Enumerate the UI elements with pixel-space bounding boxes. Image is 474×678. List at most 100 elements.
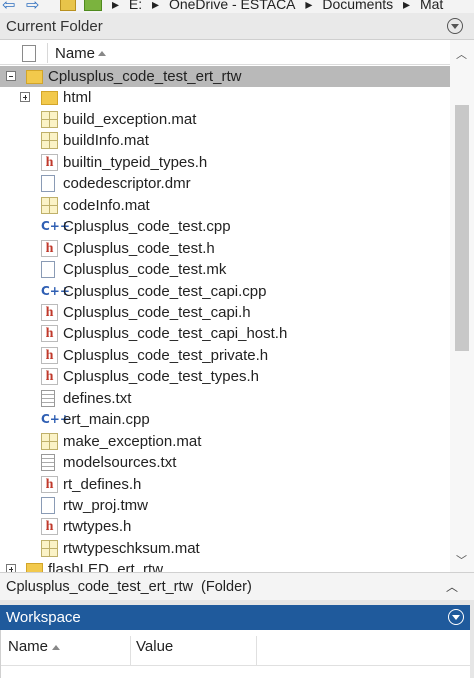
file-name: Cplusplus_code_test_private.h (63, 346, 269, 364)
file-row[interactable]: html (0, 87, 450, 108)
chevron-up-icon[interactable]: ︿ (446, 578, 458, 595)
panel-actions-icon[interactable] (447, 18, 463, 34)
mat-file-icon (41, 132, 58, 150)
file-name: Cplusplus_code_test_capi.h (63, 303, 251, 321)
document-icon (41, 175, 55, 193)
file-list: Name Cplusplus_code_test_ert_rtwhtml buil… (0, 40, 474, 572)
sort-ascending-icon (52, 645, 60, 650)
breadcrumb-item[interactable]: Documents (322, 0, 393, 12)
file-row[interactable]: C++ Cplusplus_code_test.cpp (0, 216, 450, 237)
up-folder-icon[interactable] (60, 0, 76, 11)
file-row[interactable]: h Cplusplus_code_test_private.h (0, 345, 450, 366)
workspace-empty-column (257, 636, 471, 666)
file-name: make_exception.mat (63, 432, 202, 450)
column-separator (47, 43, 48, 63)
workspace-actions-icon[interactable] (448, 609, 464, 625)
file-row[interactable]: h builtin_typeid_types.h (0, 152, 450, 173)
file-type-column-icon[interactable] (22, 45, 36, 62)
file-name: defines.txt (63, 389, 132, 407)
file-row[interactable]: h Cplusplus_code_test_types.h (0, 366, 450, 387)
h-file-icon: h (41, 239, 58, 257)
breadcrumb-sep-icon: ▸ (152, 0, 160, 12)
file-name: rtwtypeschksum.mat (63, 539, 200, 557)
file-name: build_exception.mat (63, 110, 197, 128)
workspace-value-column[interactable]: Value (131, 636, 257, 666)
text-file-icon (41, 389, 55, 407)
address-bar: ⇦ ⇨ ▸ E: ▸ OneDrive - ESTACA ▸ Documents… (0, 0, 474, 13)
scrollbar-thumb[interactable] (455, 105, 469, 351)
file-name: Cplusplus_code_test_capi.cpp (63, 282, 267, 300)
breadcrumb-item[interactable]: Mat (420, 0, 443, 12)
file-row[interactable]: h rtwtypes.h (0, 516, 450, 537)
h-file-icon: h (41, 346, 58, 364)
file-row[interactable]: h rt_defines.h (0, 474, 450, 495)
forward-arrow-icon[interactable]: ⇨ (26, 0, 39, 13)
file-name: rtw_proj.tmw (63, 497, 149, 514)
mat-file-icon (41, 539, 58, 557)
workspace-name-header[interactable]: Name (8, 638, 48, 655)
file-row[interactable]: h Cplusplus_code_test_capi.h (0, 302, 450, 323)
selected-item-details: Cplusplus_code_test_ert_rtw (Folder) (6, 579, 252, 595)
file-name: html (63, 89, 92, 107)
workspace-name-column[interactable]: Name (1, 636, 131, 666)
file-row[interactable]: buildInfo.mat (0, 130, 450, 151)
file-name: flashLED_ert_rtw (48, 561, 164, 572)
scroll-down-icon[interactable]: ﹀ (456, 552, 468, 567)
workspace-side-border (470, 605, 474, 678)
file-name: builtin_typeid_types.h (63, 153, 208, 171)
file-row[interactable]: make_exception.mat (0, 431, 450, 452)
name-column-header[interactable]: Name (55, 45, 95, 62)
column-header-row: Name (0, 40, 450, 65)
file-row[interactable]: build_exception.mat (0, 109, 450, 130)
cpp-file-icon: C++ (41, 219, 70, 234)
vertical-scrollbar[interactable]: ︿ ﹀ (450, 40, 474, 572)
document-icon (41, 261, 55, 279)
document-icon (41, 497, 55, 514)
expand-plus-icon[interactable] (20, 92, 30, 103)
file-row[interactable]: defines.txt (0, 388, 450, 409)
file-row[interactable]: h Cplusplus_code_test.h (0, 238, 450, 259)
scroll-up-icon[interactable]: ︿ (456, 46, 468, 61)
mat-file-icon (41, 196, 58, 214)
text-file-icon (41, 454, 55, 472)
breadcrumb-sep-icon: ▸ (305, 0, 313, 12)
current-folder-header: Current Folder (0, 13, 474, 40)
file-row[interactable]: rtwtypeschksum.mat (0, 538, 450, 559)
file-row[interactable]: C++ ert_main.cpp (0, 409, 450, 430)
browse-folder-icon[interactable] (84, 0, 102, 11)
breadcrumb-sep-icon: ▸ (112, 0, 120, 12)
file-row[interactable]: h Cplusplus_code_test_capi_host.h (0, 323, 450, 344)
file-row[interactable]: Cplusplus_code_test.mk (0, 259, 450, 280)
file-name: Cplusplus_code_test_capi_host.h (63, 325, 288, 343)
file-row[interactable]: codedescriptor.dmr (0, 173, 450, 194)
file-name: buildInfo.mat (63, 132, 149, 150)
collapse-minus-icon[interactable] (6, 71, 16, 81)
breadcrumb-item[interactable]: E: (129, 0, 142, 12)
h-file-icon: h (41, 475, 58, 493)
file-row[interactable]: flashLED_ert_rtw (0, 559, 450, 572)
folder-icon (26, 70, 43, 84)
h-file-icon: h (41, 325, 58, 343)
workspace-table: Name Value (0, 630, 471, 678)
workspace-title: Workspace (6, 609, 81, 626)
file-name: Cplusplus_code_test_ert_rtw (48, 68, 242, 85)
h-file-icon: h (41, 368, 58, 386)
workspace-header: Workspace (0, 605, 470, 630)
workspace-value-header[interactable]: Value (136, 638, 173, 655)
h-file-icon: h (41, 303, 58, 321)
mat-file-icon (41, 432, 58, 450)
file-row[interactable]: C++ Cplusplus_code_test_capi.cpp (0, 281, 450, 302)
cpp-file-icon: C++ (41, 412, 70, 427)
file-row[interactable]: codeInfo.mat (0, 195, 450, 216)
file-name: Cplusplus_code_test.mk (63, 261, 227, 279)
mat-file-icon (41, 110, 58, 128)
h-file-icon: h (41, 518, 58, 536)
expand-plus-icon[interactable] (6, 564, 16, 572)
file-row[interactable]: modelsources.txt (0, 452, 450, 473)
file-row[interactable]: Cplusplus_code_test_ert_rtw (0, 66, 450, 87)
breadcrumb-item[interactable]: OneDrive - ESTACA (169, 0, 296, 12)
back-arrow-icon[interactable]: ⇦ (2, 0, 15, 13)
breadcrumb-sep-icon: ▸ (403, 0, 411, 12)
breadcrumb: ▸ E: ▸ OneDrive - ESTACA ▸ Documents ▸ M… (112, 0, 449, 13)
file-row[interactable]: rtw_proj.tmw (0, 495, 450, 516)
